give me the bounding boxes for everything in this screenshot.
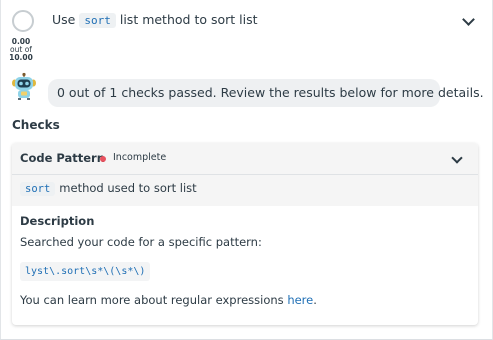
check-results-panel: 0.00 out of 10.00 Use sort list method to … bbox=[0, 0, 493, 340]
description-text: Searched your code for a specific patter… bbox=[20, 235, 262, 249]
learn-more-prefix: You can learn more about regular express… bbox=[20, 293, 284, 307]
score-max: 10.00 bbox=[9, 53, 33, 62]
description-heading: Description bbox=[20, 214, 95, 228]
check-name[interactable]: Code Pattern bbox=[20, 151, 105, 165]
task-title-code: sort bbox=[79, 13, 116, 28]
checks-heading: Checks bbox=[12, 118, 60, 132]
score-display: 0.00 out of 10.00 bbox=[4, 38, 38, 62]
learn-more-suffix: . bbox=[313, 293, 317, 307]
task-title: Use sort list method to sort list bbox=[52, 12, 258, 28]
status-badge: Incomplete bbox=[113, 152, 167, 163]
status-dot-icon bbox=[100, 156, 106, 162]
check-summary-code: sort bbox=[20, 182, 56, 196]
score-circle-icon bbox=[12, 10, 34, 32]
chevron-down-icon[interactable] bbox=[462, 13, 475, 26]
robot-avatar-icon bbox=[12, 72, 36, 100]
bot-message-bubble: 0 out of 1 checks passed. Review the res… bbox=[48, 79, 484, 107]
regex-pattern: lyst\.sort\s*\(\s*\) bbox=[20, 262, 151, 281]
learn-more-link[interactable]: here bbox=[287, 293, 313, 307]
learn-more-text: You can learn more about regular express… bbox=[20, 293, 317, 307]
check-summary-text: method used to sort list bbox=[59, 181, 197, 195]
check-summary: sort method used to sort list bbox=[20, 181, 197, 196]
divider bbox=[12, 174, 478, 175]
panel-left-border bbox=[0, 0, 1, 340]
task-title-suffix: list method to sort list bbox=[119, 12, 258, 27]
task-title-prefix: Use bbox=[52, 12, 76, 27]
check-card: Code Pattern Incomplete sort method used … bbox=[12, 143, 478, 325]
